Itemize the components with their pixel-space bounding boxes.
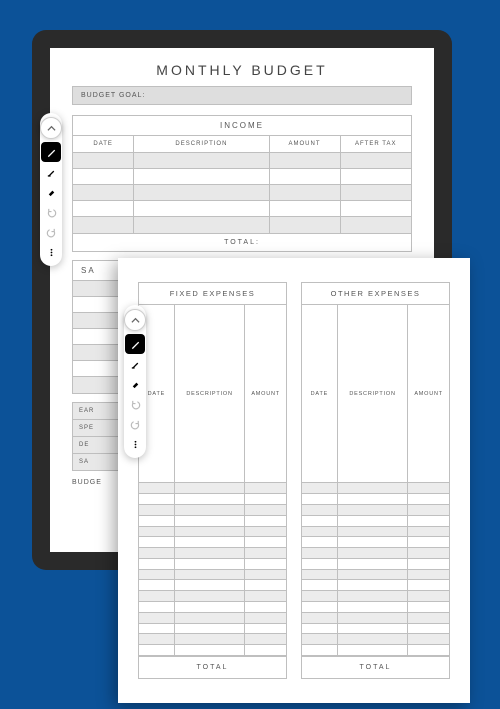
table-row[interactable] — [139, 537, 286, 548]
more-button[interactable] — [41, 242, 61, 262]
table-row[interactable] — [139, 505, 286, 516]
table-row[interactable] — [73, 217, 411, 233]
income-title: INCOME — [73, 116, 411, 136]
table-row[interactable] — [302, 526, 449, 537]
more-button[interactable] — [125, 434, 145, 454]
table-row[interactable] — [139, 612, 286, 623]
table-row[interactable] — [302, 591, 449, 602]
redo-button[interactable] — [41, 222, 61, 242]
table-row[interactable] — [139, 580, 286, 591]
table-row[interactable] — [139, 591, 286, 602]
page-expenses: FIXED EXPENSES DATE DESCRIPTION AMOUNT — [118, 258, 470, 703]
table-row[interactable] — [302, 623, 449, 634]
other-expenses-title: OTHER EXPENSES — [302, 283, 449, 305]
table-row[interactable] — [139, 494, 286, 505]
table-row[interactable] — [73, 201, 411, 217]
undo-icon — [46, 207, 57, 218]
redo-icon — [46, 227, 57, 238]
other-expenses-table: DATE DESCRIPTION AMOUNT — [302, 305, 449, 656]
toolbar-collapse-button[interactable] — [124, 309, 146, 331]
drawing-toolbar — [40, 113, 62, 266]
fixed-col-description: DESCRIPTION — [174, 305, 245, 483]
table-row[interactable] — [139, 548, 286, 559]
marker-tool-button[interactable] — [125, 354, 145, 374]
toolbar-collapse-button[interactable] — [40, 117, 62, 139]
undo-button[interactable] — [125, 394, 145, 414]
table-row[interactable] — [302, 612, 449, 623]
marker-icon — [46, 167, 57, 178]
table-row[interactable] — [139, 569, 286, 580]
table-row[interactable] — [139, 483, 286, 494]
table-row[interactable] — [302, 634, 449, 645]
table-row[interactable] — [139, 526, 286, 537]
other-expenses-total: TOTAL — [302, 656, 449, 678]
redo-icon — [130, 419, 141, 430]
fixed-expenses-section: FIXED EXPENSES DATE DESCRIPTION AMOUNT — [138, 282, 287, 679]
fixed-col-amount: AMOUNT — [245, 305, 286, 483]
table-row[interactable] — [139, 515, 286, 526]
page-title: MONTHLY BUDGET — [72, 62, 412, 78]
fixed-expenses-table: DATE DESCRIPTION AMOUNT — [139, 305, 286, 656]
other-expenses-section: OTHER EXPENSES DATE DESCRIPTION AMOUNT — [301, 282, 450, 679]
dots-icon — [46, 247, 57, 258]
dots-icon — [130, 439, 141, 450]
table-row[interactable] — [302, 569, 449, 580]
chevron-up-icon — [131, 316, 140, 325]
eraser-tool-button[interactable] — [41, 182, 61, 202]
table-row[interactable] — [302, 548, 449, 559]
eraser-tool-button[interactable] — [125, 374, 145, 394]
other-col-amount: AMOUNT — [408, 305, 449, 483]
marker-icon — [130, 359, 141, 370]
pen-icon — [130, 339, 141, 350]
eraser-icon — [130, 379, 141, 390]
pen-tool-button[interactable] — [125, 334, 145, 354]
table-row[interactable] — [139, 645, 286, 656]
table-row[interactable] — [302, 515, 449, 526]
table-row[interactable] — [73, 185, 411, 201]
other-col-description: DESCRIPTION — [337, 305, 408, 483]
pen-icon — [46, 147, 57, 158]
table-row[interactable] — [302, 602, 449, 613]
redo-button[interactable] — [125, 414, 145, 434]
undo-icon — [130, 399, 141, 410]
income-col-date: DATE — [73, 136, 134, 153]
table-row[interactable] — [302, 505, 449, 516]
other-col-date: DATE — [302, 305, 337, 483]
table-row[interactable] — [302, 483, 449, 494]
income-section: INCOME DATE DESCRIPTION AMOUNT AFTER TAX… — [72, 115, 412, 252]
table-row[interactable] — [139, 634, 286, 645]
table-row[interactable] — [302, 494, 449, 505]
table-row[interactable] — [139, 602, 286, 613]
table-row[interactable] — [302, 580, 449, 591]
table-row[interactable] — [302, 537, 449, 548]
table-row[interactable] — [139, 623, 286, 634]
eraser-icon — [46, 187, 57, 198]
income-total: TOTAL: — [73, 233, 411, 251]
income-table: DATE DESCRIPTION AMOUNT AFTER TAX — [73, 136, 411, 233]
table-row[interactable] — [302, 645, 449, 656]
table-row[interactable] — [73, 169, 411, 185]
fixed-expenses-total: TOTAL — [139, 656, 286, 678]
pen-tool-button[interactable] — [41, 142, 61, 162]
income-col-description: DESCRIPTION — [134, 136, 269, 153]
undo-button[interactable] — [41, 202, 61, 222]
income-col-aftertax: AFTER TAX — [340, 136, 411, 153]
marker-tool-button[interactable] — [41, 162, 61, 182]
table-row[interactable] — [302, 558, 449, 569]
income-col-amount: AMOUNT — [269, 136, 340, 153]
drawing-toolbar — [124, 305, 146, 458]
fixed-expenses-title: FIXED EXPENSES — [139, 283, 286, 305]
budget-goal-field[interactable]: BUDGET GOAL: — [72, 86, 412, 105]
table-row[interactable] — [139, 558, 286, 569]
table-row[interactable] — [73, 153, 411, 169]
chevron-up-icon — [47, 124, 56, 133]
